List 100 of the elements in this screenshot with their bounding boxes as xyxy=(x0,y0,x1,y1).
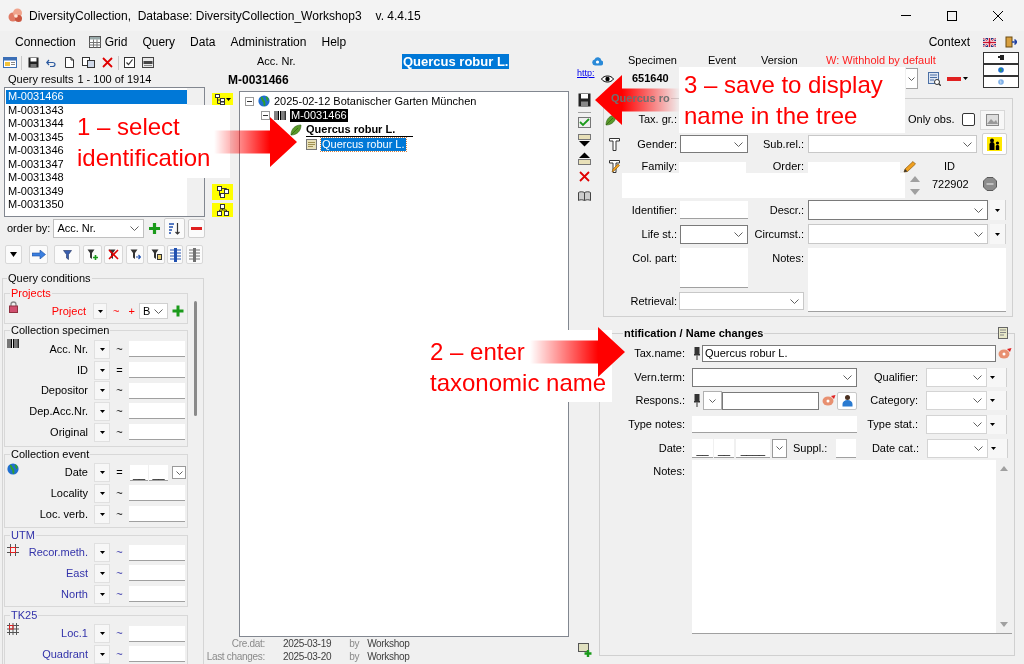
sort-button[interactable] xyxy=(164,218,186,239)
date-field[interactable]: __ xyxy=(149,464,168,481)
text-field[interactable] xyxy=(622,173,905,198)
list-item[interactable]: M-0031466 xyxy=(6,90,187,104)
undo-icon[interactable] xyxy=(46,58,56,67)
toggle-button[interactable] xyxy=(983,52,1019,64)
plus-icon[interactable] xyxy=(171,305,184,317)
dropdown-button[interactable] xyxy=(990,200,1006,220)
menu-item[interactable]: Help xyxy=(314,32,354,52)
save-icon[interactable] xyxy=(578,93,591,107)
menu-item[interactable]: Grid xyxy=(83,32,135,52)
move-up-icon[interactable] xyxy=(578,152,591,165)
dropdown-field[interactable] xyxy=(808,200,988,220)
dropdown-field[interactable] xyxy=(679,292,804,310)
plus-icon[interactable] xyxy=(148,222,162,235)
checkbox[interactable] xyxy=(962,113,976,126)
text-field[interactable] xyxy=(808,248,1006,312)
text-field[interactable] xyxy=(129,382,185,399)
add-icon[interactable] xyxy=(578,643,592,657)
pencil-icon[interactable] xyxy=(903,160,917,173)
checklist-icon[interactable] xyxy=(578,117,591,128)
move-down-icon[interactable] xyxy=(578,134,591,147)
toolbar-button[interactable] xyxy=(167,245,183,264)
text-field[interactable] xyxy=(129,625,185,642)
list-item[interactable]: M-0031344 xyxy=(6,117,66,131)
toolbar-button[interactable] xyxy=(212,184,233,200)
text-field[interactable] xyxy=(129,485,185,502)
stop-icon[interactable] xyxy=(982,177,997,191)
text-field[interactable] xyxy=(129,341,185,358)
dropdown-field[interactable]: Acc. Nr. xyxy=(53,219,145,238)
list-item[interactable]: M-0031347 xyxy=(6,157,66,171)
text-field[interactable] xyxy=(680,248,748,288)
new-document-icon[interactable] xyxy=(65,57,74,68)
tree-item[interactable]: Quercus robur L. xyxy=(321,138,406,152)
flag-icon[interactable] xyxy=(983,37,996,47)
date-field[interactable]: __ xyxy=(692,438,713,458)
checkbox-icon[interactable] xyxy=(124,57,135,68)
door-icon[interactable] xyxy=(1005,36,1017,48)
collapse-icon[interactable] xyxy=(245,96,254,106)
text-field[interactable] xyxy=(129,565,185,582)
toolbar-button[interactable] xyxy=(147,245,165,264)
person-button[interactable] xyxy=(982,133,1007,155)
save-icon[interactable] xyxy=(28,57,39,68)
printer-icon[interactable] xyxy=(142,57,154,68)
menu-item[interactable]: Connection xyxy=(8,32,83,52)
toolbar-button[interactable] xyxy=(5,245,22,264)
list-item[interactable]: M-0031345 xyxy=(6,130,66,144)
toggle-button[interactable] xyxy=(983,64,1019,76)
list-item[interactable]: M-0031346 xyxy=(6,144,66,158)
text-field[interactable]: Quercus robur L. xyxy=(702,344,996,362)
link[interactable]: http: xyxy=(577,68,595,78)
text-field[interactable] xyxy=(722,391,819,410)
dropdown-button[interactable] xyxy=(987,415,1007,434)
cross-icon[interactable] xyxy=(579,171,590,182)
text-field[interactable] xyxy=(129,506,185,523)
dropdown-button[interactable] xyxy=(988,438,1008,458)
pin-icon[interactable] xyxy=(694,394,700,407)
copy-icon[interactable] xyxy=(82,57,95,68)
text-field[interactable] xyxy=(129,403,185,420)
person-button[interactable] xyxy=(837,391,857,410)
text-field[interactable] xyxy=(692,416,857,433)
list-item[interactable]: M-0031350 xyxy=(6,198,66,212)
text-field[interactable] xyxy=(129,586,185,603)
text-field[interactable] xyxy=(129,544,185,561)
date-field[interactable]: ____ xyxy=(736,438,770,458)
list-item[interactable]: M-0031348 xyxy=(6,171,66,185)
dropdown-field[interactable] xyxy=(692,368,857,387)
toolbar-button[interactable] xyxy=(212,203,233,217)
toolbar-button[interactable] xyxy=(212,93,233,105)
remove-button[interactable] xyxy=(188,219,206,238)
toolbar-button[interactable] xyxy=(83,245,102,264)
dropdown-field[interactable] xyxy=(808,135,977,153)
dropdown-field[interactable] xyxy=(703,391,722,410)
toolbar-button[interactable] xyxy=(104,245,123,264)
text-field[interactable] xyxy=(129,424,185,441)
note-icon[interactable] xyxy=(998,327,1008,339)
dropdown-button[interactable] xyxy=(987,368,1007,387)
date-field[interactable]: __ xyxy=(130,464,148,481)
dropdown-field[interactable] xyxy=(680,135,748,153)
text-field[interactable] xyxy=(680,201,748,219)
dropdown-field[interactable] xyxy=(680,224,748,244)
text-field[interactable] xyxy=(129,362,185,379)
dropdown-field[interactable] xyxy=(808,224,988,244)
form-icon[interactable] xyxy=(3,57,17,68)
table-search-icon[interactable] xyxy=(928,71,941,86)
dropdown-field[interactable]: B xyxy=(138,303,168,319)
tree-item[interactable]: 2025-02-12 Botanischer Garten München xyxy=(274,94,477,108)
text-field[interactable] xyxy=(836,438,857,458)
disc-icon[interactable] xyxy=(822,395,836,406)
text-field[interactable] xyxy=(129,646,185,663)
menu-item[interactable]: Query xyxy=(135,32,183,52)
menu-item[interactable]: Data xyxy=(183,32,223,52)
menu-item[interactable]: Administration xyxy=(223,32,314,52)
cross-icon[interactable] xyxy=(102,57,113,68)
dropdown-field[interactable] xyxy=(906,68,918,89)
toolbar-button[interactable] xyxy=(126,245,144,264)
book-icon[interactable] xyxy=(578,191,591,201)
tree-item[interactable]: M-0031466 xyxy=(290,109,348,123)
date-field[interactable]: __ xyxy=(714,438,734,458)
list-item[interactable]: M-0031349 xyxy=(6,184,66,198)
